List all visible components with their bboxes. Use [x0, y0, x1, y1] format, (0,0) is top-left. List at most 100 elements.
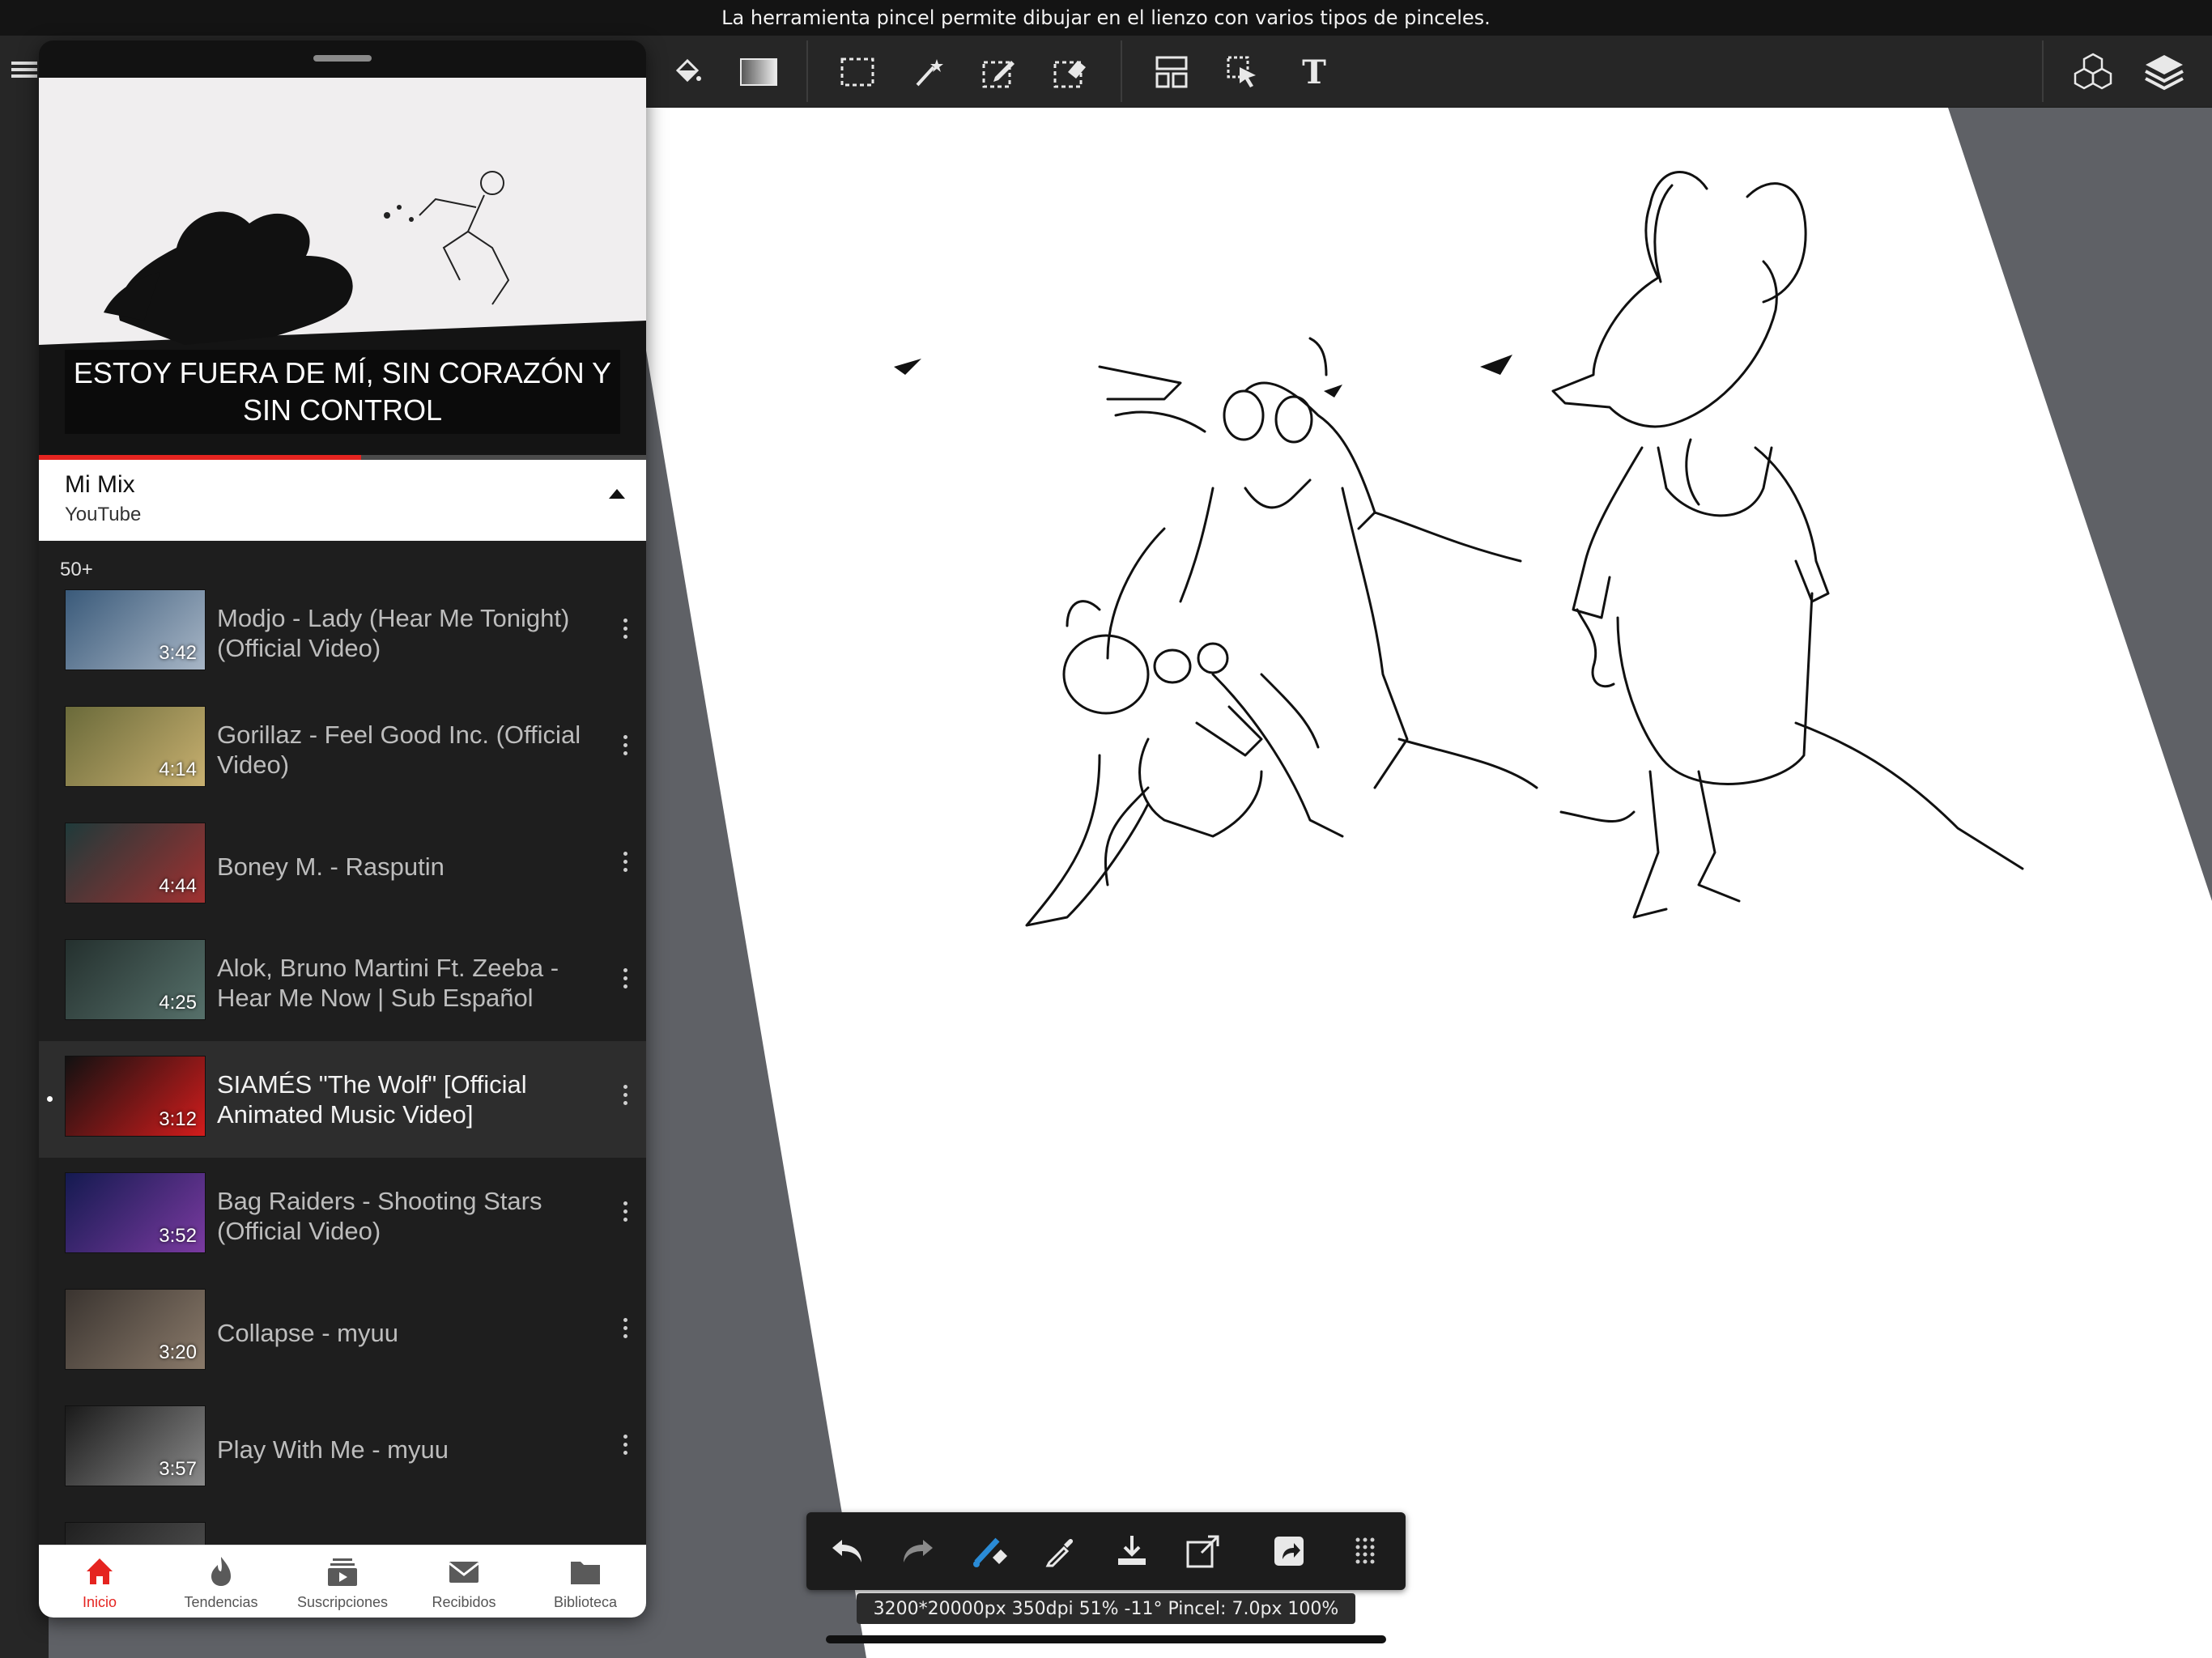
- video-duration: 3:57: [159, 1458, 197, 1480]
- video-thumbnail[interactable]: 3:12: [65, 1056, 206, 1137]
- video-duration: 4:44: [159, 875, 197, 897]
- video-duration: 3:12: [159, 1108, 197, 1130]
- more-options-icon[interactable]: [622, 619, 628, 643]
- video-title: Collapse - myuu: [217, 1274, 589, 1391]
- redo-icon[interactable]: [894, 1527, 942, 1575]
- select-move-icon[interactable]: [1221, 50, 1265, 94]
- video-title: Modjo - Lady (Hear Me Tonight) (Official…: [217, 575, 589, 691]
- drawing-paper: [646, 108, 2212, 1658]
- video-title-text: SIAMÉS "The Wolf" [Official Animated Mus…: [217, 1070, 527, 1129]
- video-title: Boney M. - Rasputin: [217, 808, 589, 925]
- video-thumbnail[interactable]: 3:42: [65, 589, 206, 670]
- transform-icon[interactable]: [1179, 1527, 1227, 1575]
- video-thumbnail[interactable]: 3:57: [65, 1405, 206, 1486]
- eyedropper-icon[interactable]: [1036, 1527, 1085, 1575]
- now-playing-indicator: [47, 1096, 53, 1102]
- video-title-text: Gorillaz - Feel Good Inc. (Official Vide…: [217, 721, 581, 779]
- nav-label: Suscripciones: [296, 1594, 389, 1610]
- nav-biblioteca[interactable]: Biblioteca: [525, 1545, 646, 1618]
- more-options-icon[interactable]: [622, 968, 628, 993]
- video-duration: 3:42: [159, 642, 197, 664]
- video-title: SIAMÉS "The Wolf" [Official Animated Mus…: [217, 1041, 589, 1158]
- video-duration: 3:20: [159, 1341, 197, 1363]
- video-title: Bag Raiders - Shooting Stars (Official V…: [217, 1158, 589, 1274]
- subscriptions-icon: [325, 1554, 360, 1589]
- mail-icon: [446, 1554, 482, 1589]
- nav-label: Recibidos: [432, 1594, 496, 1610]
- video-title: Alok, Bruno Martini Ft. Zeeba - Hear Me …: [217, 925, 589, 1041]
- bottom-nav: Inicio Tendencias Suscripciones Recibidos Bi…: [39, 1545, 646, 1618]
- save-icon[interactable]: [1108, 1527, 1156, 1575]
- video-title-text: Collapse - myuu: [217, 1318, 398, 1347]
- hint-banner: La herramienta pincel permite dibujar en…: [0, 0, 2212, 36]
- youtube-pip-panel[interactable]: ESTOY FUERA DE MÍ, SIN CORAZÓN Y SIN CON…: [39, 40, 646, 1618]
- playlist-item[interactable]: 3:52 Bag Raiders - Shooting Stars (Offici…: [39, 1158, 646, 1274]
- fill-bucket-icon[interactable]: [666, 50, 709, 94]
- playlist-item[interactable]: 4:14 Gorillaz - Feel Good Inc. (Official …: [39, 691, 646, 808]
- playlist-item[interactable]: 3:20 Collapse - myuu: [39, 1274, 646, 1391]
- canvas-status: 3200*20000px 350dpi 51% -11° Pincel: 7.0…: [857, 1593, 1355, 1624]
- video-thumbnail[interactable]: 3:52: [65, 1172, 206, 1253]
- video-caption: ESTOY FUERA DE MÍ, SIN CORAZÓN Y SIN CON…: [65, 350, 620, 434]
- playlist-item[interactable]: 3:57 Play With Me - myuu: [39, 1391, 646, 1507]
- drag-handle[interactable]: [313, 55, 372, 62]
- home-indicator[interactable]: [826, 1635, 1386, 1643]
- text-icon[interactable]: T: [1292, 50, 1336, 94]
- playlist-subtitle: YouTube: [65, 504, 142, 525]
- hint-text: La herramienta pincel permite dibujar en…: [721, 6, 1491, 29]
- video-title-text: Alok, Bruno Martini Ft. Zeeba - Hear Me …: [217, 954, 559, 1012]
- select-pen-icon[interactable]: [978, 50, 1022, 94]
- quick-access-toolbar: [806, 1512, 1406, 1590]
- video-thumbnail[interactable]: 3:20: [65, 1289, 206, 1370]
- video-title: Gorillaz - Feel Good Inc. (Official Vide…: [217, 691, 589, 808]
- panel-top-bar: [39, 40, 646, 78]
- playlist-item[interactable]: 4:25 Alok, Bruno Martini Ft. Zeeba - Hear…: [39, 925, 646, 1041]
- select-rect-icon[interactable]: [836, 50, 879, 94]
- video-duration: 3:52: [159, 1225, 197, 1247]
- brush-eraser-icon[interactable]: [965, 1527, 1014, 1575]
- playlist-item[interactable]: 3:42 Modjo - Lady (Hear Me Tonight) (Offi…: [39, 575, 646, 691]
- playlist-title: Mi Mix: [65, 471, 135, 498]
- video-title-text: Play With Me - myuu: [217, 1435, 449, 1464]
- layers-icon[interactable]: [2142, 50, 2186, 94]
- home-icon: [82, 1554, 117, 1589]
- nav-recibidos[interactable]: Recibidos: [403, 1545, 525, 1618]
- playlist-item[interactable]: 3:12 SIAMÉS "The Wolf" [Official Animated…: [39, 1041, 646, 1158]
- nav-tendencias[interactable]: Tendencias: [160, 1545, 282, 1618]
- more-options-icon[interactable]: [622, 1318, 628, 1342]
- nav-label: Biblioteca: [553, 1594, 618, 1610]
- nav-label: Inicio: [82, 1594, 117, 1610]
- video-thumbnail[interactable]: 4:25: [65, 939, 206, 1020]
- more-options-icon[interactable]: [622, 852, 628, 876]
- playlist-header[interactable]: Mi Mix YouTube: [39, 460, 646, 541]
- 3d-icon[interactable]: [2071, 50, 2115, 94]
- more-options-icon[interactable]: [622, 1201, 628, 1226]
- select-eraser-icon[interactable]: [1049, 50, 1093, 94]
- undo-icon[interactable]: [823, 1527, 871, 1575]
- collapse-caret-icon[interactable]: [609, 489, 625, 499]
- magic-wand-icon[interactable]: [907, 50, 951, 94]
- nav-suscripciones[interactable]: Suscripciones: [282, 1545, 403, 1618]
- drawing-canvas[interactable]: [646, 108, 2212, 1658]
- more-options-icon[interactable]: [622, 1435, 628, 1459]
- grid-icon[interactable]: [1341, 1527, 1389, 1575]
- share-icon[interactable]: [1265, 1527, 1313, 1575]
- video-title: Play With Me - myuu: [217, 1391, 589, 1507]
- gradient-icon[interactable]: [737, 50, 781, 94]
- flame-icon: [203, 1554, 239, 1589]
- playlist-item[interactable]: 4:44 Boney M. - Rasputin: [39, 808, 646, 925]
- video-title-text: Modjo - Lady (Hear Me Tonight) (Official…: [217, 604, 570, 662]
- video-title-text: Bag Raiders - Shooting Stars (Official V…: [217, 1187, 542, 1245]
- more-options-icon[interactable]: [622, 1085, 628, 1109]
- video-title-text: Boney M. - Rasputin: [217, 852, 445, 881]
- video-player[interactable]: ESTOY FUERA DE MÍ, SIN CORAZÓN Y SIN CON…: [39, 78, 646, 457]
- video-thumbnail[interactable]: 4:44: [65, 823, 206, 903]
- folder-icon: [568, 1554, 603, 1589]
- layout-icon[interactable]: [1150, 50, 1193, 94]
- nav-inicio[interactable]: Inicio: [39, 1545, 160, 1618]
- video-thumbnail[interactable]: 4:14: [65, 706, 206, 787]
- more-options-icon[interactable]: [622, 735, 628, 759]
- video-duration: 4:14: [159, 759, 197, 780]
- nav-label: Tendencias: [184, 1594, 258, 1610]
- menu-icon[interactable]: [6, 52, 42, 87]
